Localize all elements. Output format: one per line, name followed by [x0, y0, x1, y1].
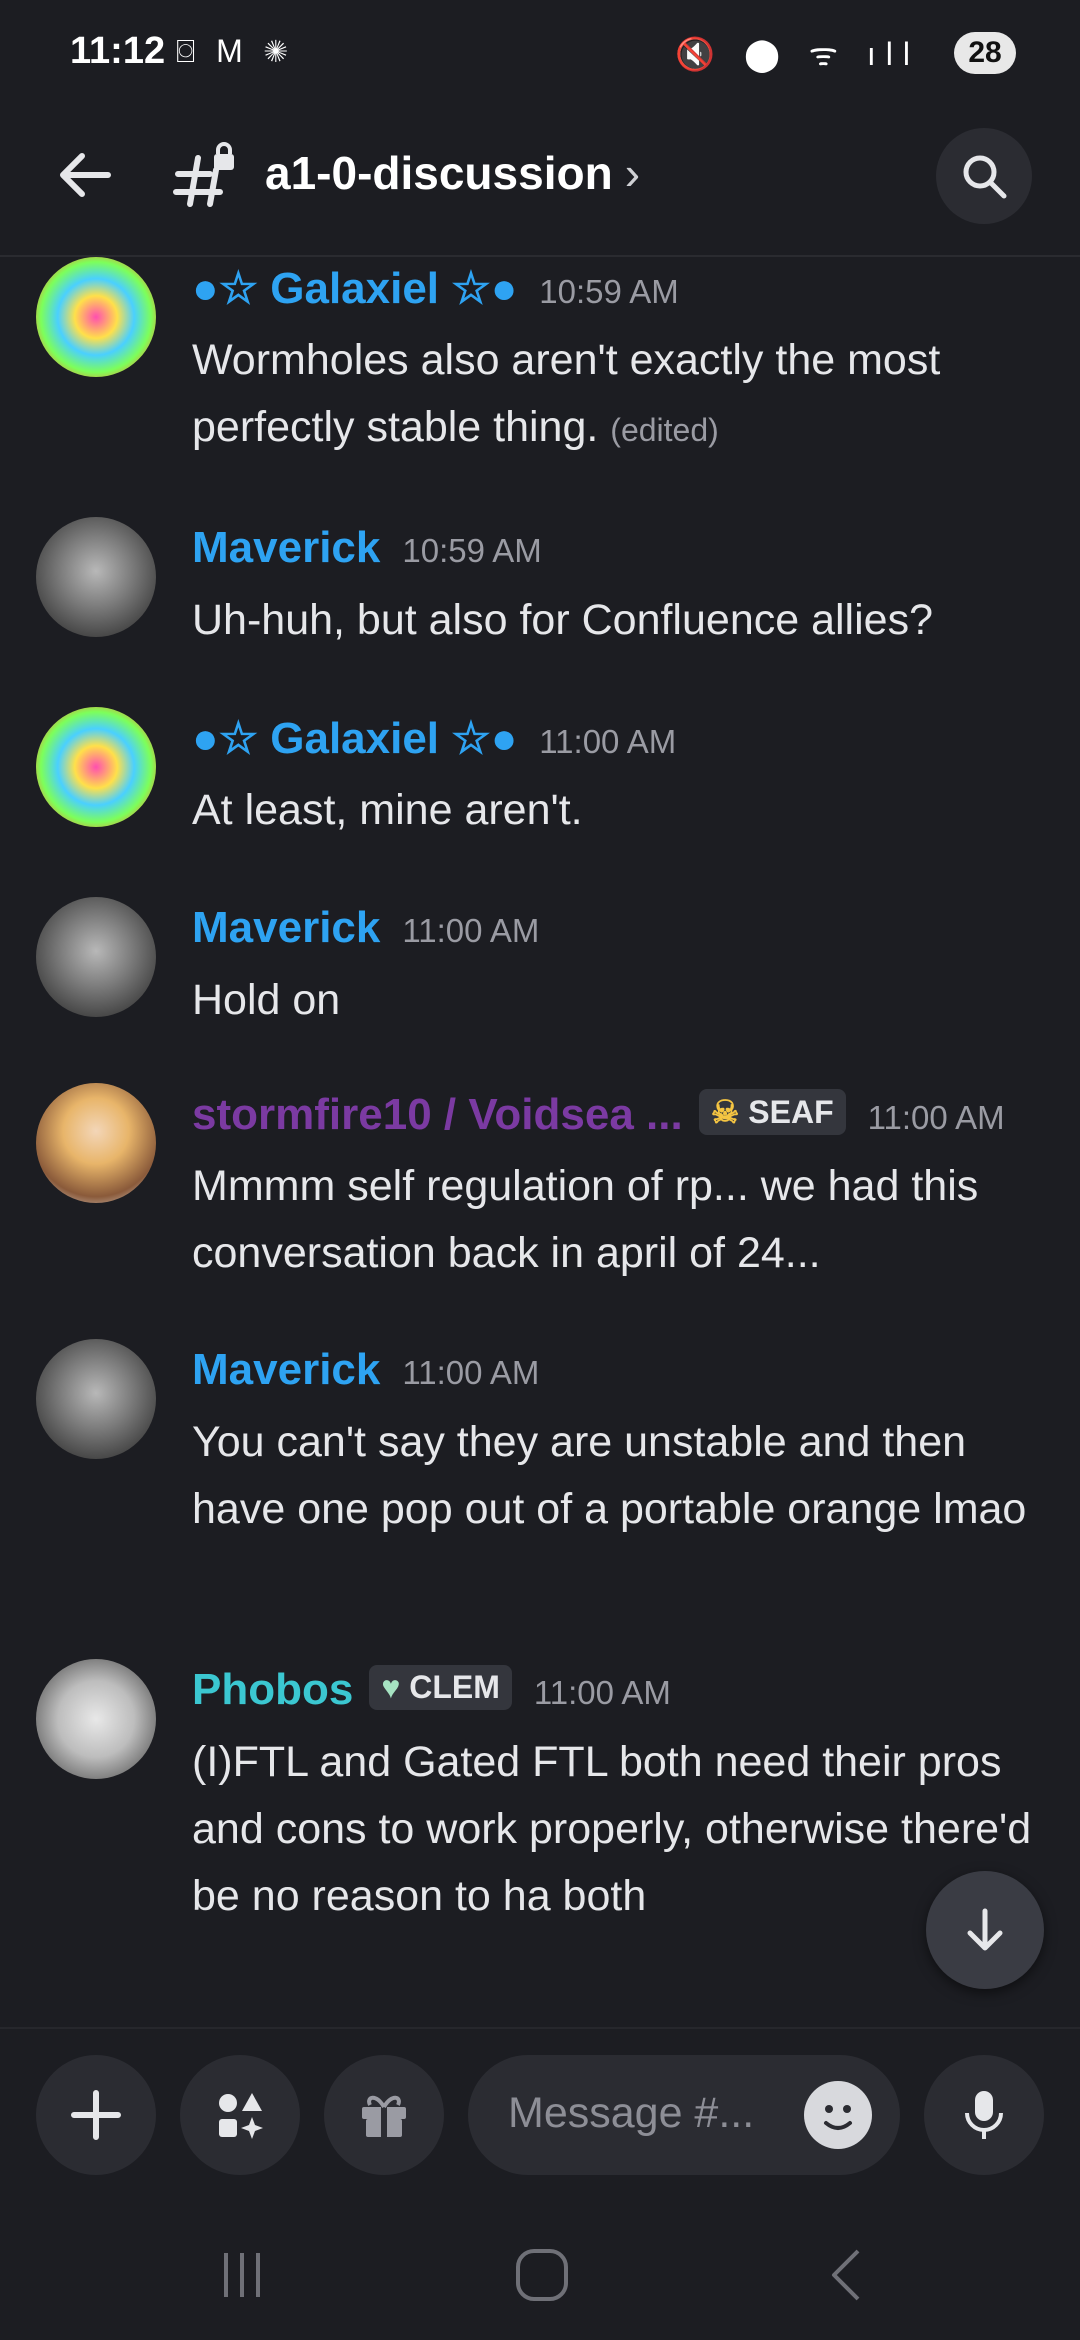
message-text: Mmmm self regulation of rp... we had thi…: [192, 1162, 979, 1277]
role-badge[interactable]: ♥ CLEM: [369, 1665, 512, 1710]
timestamp: 11:00 AM: [402, 1354, 540, 1391]
avatar[interactable]: [36, 897, 156, 1017]
message-header: stormfire10 / Voidsea ... ☠ SEAF 11:00 AM: [192, 1089, 1005, 1149]
message-header: Maverick 11:00 AM: [192, 903, 539, 963]
username[interactable]: Maverick: [192, 903, 380, 952]
avatar[interactable]: [36, 1659, 156, 1779]
add-attachment-button[interactable]: [36, 2055, 156, 2175]
username[interactable]: ●☆ Galaxiel ☆●: [192, 714, 517, 763]
back-arrow-icon: [60, 153, 111, 197]
message-text: Uh-huh, but also for Confluence allies?: [192, 596, 933, 644]
message-header: Maverick 11:00 AM: [192, 1345, 539, 1405]
gift-button[interactable]: [324, 2055, 444, 2175]
microphone-icon: [965, 2091, 1003, 2139]
smile-icon: [824, 2105, 852, 2130]
badge-label: SEAF: [748, 1094, 834, 1130]
timestamp: 11:00 AM: [533, 1674, 671, 1711]
timestamp: 10:59 AM: [539, 273, 679, 310]
username[interactable]: Maverick: [192, 523, 380, 572]
message-placeholder: Message #...: [508, 2089, 755, 2137]
emoji-button[interactable]: [804, 2081, 872, 2149]
channel-name: a1-0-discussion: [265, 147, 613, 199]
avatar[interactable]: [36, 707, 156, 827]
notification-icons: ⌼ M ✺: [176, 33, 294, 69]
apps-button[interactable]: [180, 2055, 300, 2175]
plus-icon: [71, 2090, 121, 2140]
message-composer: Message #...: [0, 2027, 1080, 2209]
username[interactable]: Maverick: [192, 1345, 380, 1394]
timestamp: 10:59 AM: [402, 532, 542, 569]
back-nav-icon[interactable]: [818, 2245, 878, 2305]
voice-message-button[interactable]: [924, 2055, 1044, 2175]
search-icon: [963, 155, 1007, 199]
edited-label: (edited): [610, 412, 719, 448]
username[interactable]: ●☆ Galaxiel ☆●: [192, 264, 517, 313]
arrow-down-icon: [967, 1908, 1003, 1951]
apps-icon: [219, 2093, 263, 2139]
message-text: (I)FTL and Gated FTL both need their pro…: [192, 1738, 1032, 1920]
chevron-right-icon: ›: [624, 147, 641, 199]
message-text: Wormholes also aren't exactly the most p…: [192, 327, 1042, 464]
status-time: 11:12: [70, 30, 166, 72]
username[interactable]: stormfire10 / Voidsea ...: [192, 1090, 683, 1139]
avatar[interactable]: [36, 1083, 156, 1203]
locked-channel-icon: [170, 140, 240, 210]
avatar[interactable]: [36, 257, 156, 377]
avatar[interactable]: [36, 517, 156, 637]
timestamp: 11:00 AM: [402, 912, 540, 949]
message-header: ●☆ Galaxiel ☆● 11:00 AM: [192, 713, 676, 773]
message-input[interactable]: Message #...: [468, 2055, 900, 2175]
search-button[interactable]: [936, 128, 1032, 224]
message-list[interactable]: ●☆ Galaxiel ☆● 10:59 AM Wormholes also ar…: [0, 257, 1080, 2027]
system-navigation-bar: [0, 2207, 1080, 2340]
timestamp: 11:00 AM: [867, 1099, 1005, 1136]
badge-label: CLEM: [409, 1669, 500, 1705]
message-content: Wormholes also aren't exactly the most p…: [192, 336, 941, 451]
recent-apps-icon[interactable]: [212, 2245, 272, 2305]
skull-icon: ☠: [710, 1094, 740, 1130]
message-header: ●☆ Galaxiel ☆● 10:59 AM: [192, 263, 679, 323]
message-header: Phobos ♥ CLEM 11:00 AM: [192, 1665, 671, 1725]
status-bar: 11:12 ⌼ M ✺ 🔇 ⬤ ᯤ ıll 28: [0, 0, 1080, 110]
battery-indicator: 28: [954, 32, 1016, 74]
message-text: You can't say they are unstable and then…: [192, 1418, 1027, 1533]
role-badge[interactable]: ☠ SEAF: [698, 1089, 846, 1135]
heart-icon: ♥: [381, 1669, 401, 1705]
avatar[interactable]: [36, 1339, 156, 1459]
home-icon[interactable]: [512, 2245, 572, 2305]
gift-icon: [362, 2095, 406, 2137]
timestamp: 11:00 AM: [539, 723, 677, 760]
username[interactable]: Phobos: [192, 1665, 353, 1714]
message-text: Hold on: [192, 976, 341, 1024]
back-button[interactable]: [50, 140, 120, 210]
channel-title[interactable]: a1-0-discussion ›: [265, 146, 640, 200]
jump-to-latest-button[interactable]: [926, 1871, 1044, 1989]
message-header: Maverick 10:59 AM: [192, 523, 542, 583]
system-icons: 🔇 ⬤ ᯤ ıll: [675, 36, 920, 72]
channel-header: a1-0-discussion ›: [0, 110, 1080, 257]
message-text: At least, mine aren't.: [192, 786, 583, 834]
